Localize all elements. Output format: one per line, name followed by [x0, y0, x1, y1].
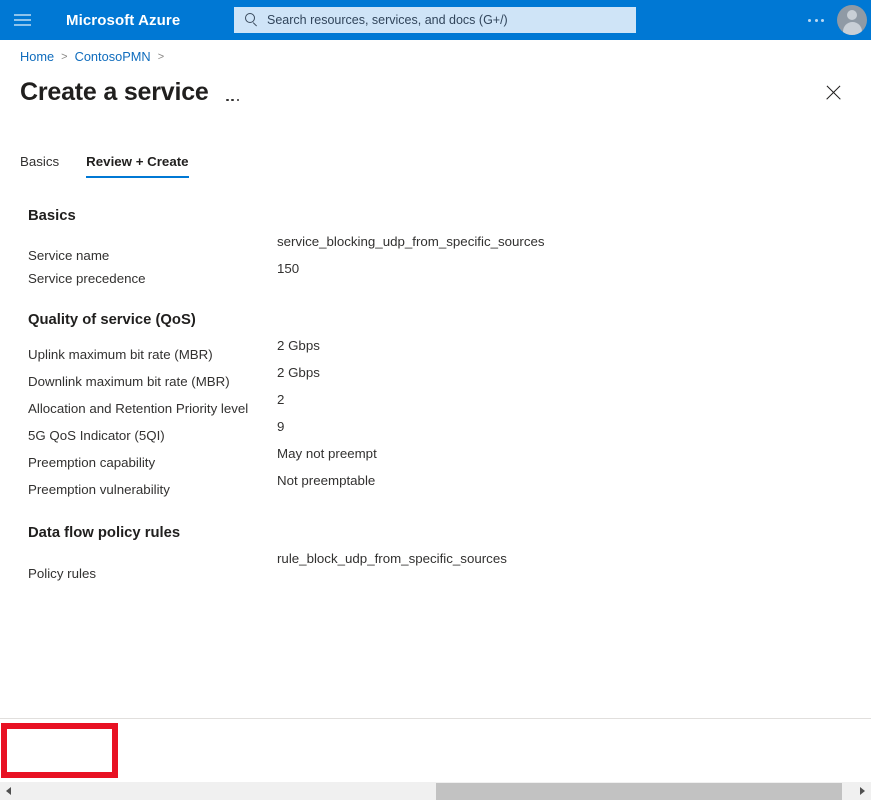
row-label-downlink-mbr: Downlink maximum bit rate (MBR) [28, 374, 230, 389]
row-label-preemption-vulnerability: Preemption vulnerability [28, 482, 170, 497]
breadcrumb-separator-icon: > [61, 51, 68, 63]
breadcrumb: Home > ContosoPMN > [20, 49, 171, 65]
horizontal-scrollbar[interactable] [0, 781, 871, 800]
footer-action-bar: Create < Previous Next > [0, 719, 871, 781]
row-value-service-name: service_blocking_udp_from_specific_sourc… [277, 234, 545, 249]
breadcrumb-item-contosopmn[interactable]: ContosoPMN [75, 49, 151, 65]
row-value-uplink-mbr: 2 Gbps [277, 338, 320, 353]
ellipsis-dot [231, 98, 234, 101]
search-placeholder: Search resources, services, and docs (G+… [267, 13, 508, 27]
tab-review-create[interactable]: Review + Create [86, 154, 189, 178]
row-value-5qi: 9 [277, 419, 285, 434]
ellipsis-dot [820, 18, 824, 22]
breadcrumb-separator-icon: > [157, 51, 165, 63]
review-summary: Basics Service name service_blocking_udp… [0, 190, 871, 718]
row-label-policy-rules: Policy rules [28, 566, 96, 581]
row-label-preemption-capability: Preemption capability [28, 455, 156, 470]
chevron-right-icon[interactable] [854, 782, 871, 800]
row-label-5qi: 5G QoS Indicator (5QI) [28, 428, 165, 443]
global-header: Microsoft Azure Search resources, servic… [0, 0, 871, 40]
ellipsis-dot [808, 18, 812, 22]
section-title-basics: Basics [28, 208, 76, 224]
brand-title[interactable]: Microsoft Azure [66, 12, 180, 29]
tab-basics[interactable]: Basics [20, 154, 59, 178]
avatar[interactable] [833, 0, 871, 40]
row-label-service-precedence: Service precedence [28, 271, 146, 286]
azure-portal-page: Microsoft Azure Search resources, servic… [0, 0, 871, 800]
user-avatar-icon [837, 5, 867, 35]
section-title-qos: Quality of service (QoS) [28, 312, 196, 328]
tab-list: Basics Review + Create [20, 148, 216, 178]
row-value-preemption-capability: May not preempt [277, 446, 377, 461]
row-label-arp-level: Allocation and Retention Priority level [28, 401, 249, 416]
row-label-uplink-mbr: Uplink maximum bit rate (MBR) [28, 347, 213, 362]
row-value-arp-level: 2 [277, 392, 285, 407]
row-value-downlink-mbr: 2 Gbps [277, 365, 320, 380]
close-icon[interactable] [821, 80, 847, 106]
hamburger-icon[interactable] [0, 0, 44, 40]
ellipsis-dot [236, 98, 240, 101]
search-icon [244, 13, 258, 27]
scrollbar-thumb[interactable] [436, 783, 842, 800]
row-value-preemption-vulnerability: Not preemptable [277, 473, 376, 488]
page-more-ellipsis-icon[interactable] [225, 77, 241, 107]
ellipsis-icon[interactable] [799, 0, 833, 40]
breadcrumb-item-home[interactable]: Home [20, 49, 54, 65]
section-title-data-flow-policy-rules: Data flow policy rules [28, 525, 181, 541]
chevron-left-icon[interactable] [0, 782, 17, 800]
ellipsis-dot [226, 98, 229, 101]
search-input[interactable]: Search resources, services, and docs (G+… [234, 7, 636, 33]
row-label-service-name: Service name [28, 248, 110, 263]
page-title: Create a service [20, 78, 209, 106]
ellipsis-dot [814, 18, 818, 22]
hamburger-bar [13, 14, 31, 16]
row-value-policy-rules: rule_block_udp_from_specific_sources [277, 551, 507, 566]
page-title-row: Create a service [20, 76, 240, 108]
hamburger-bar [13, 24, 31, 26]
hamburger-bar [13, 19, 31, 21]
global-header-actions [799, 0, 871, 40]
row-value-service-precedence: 150 [277, 261, 300, 276]
